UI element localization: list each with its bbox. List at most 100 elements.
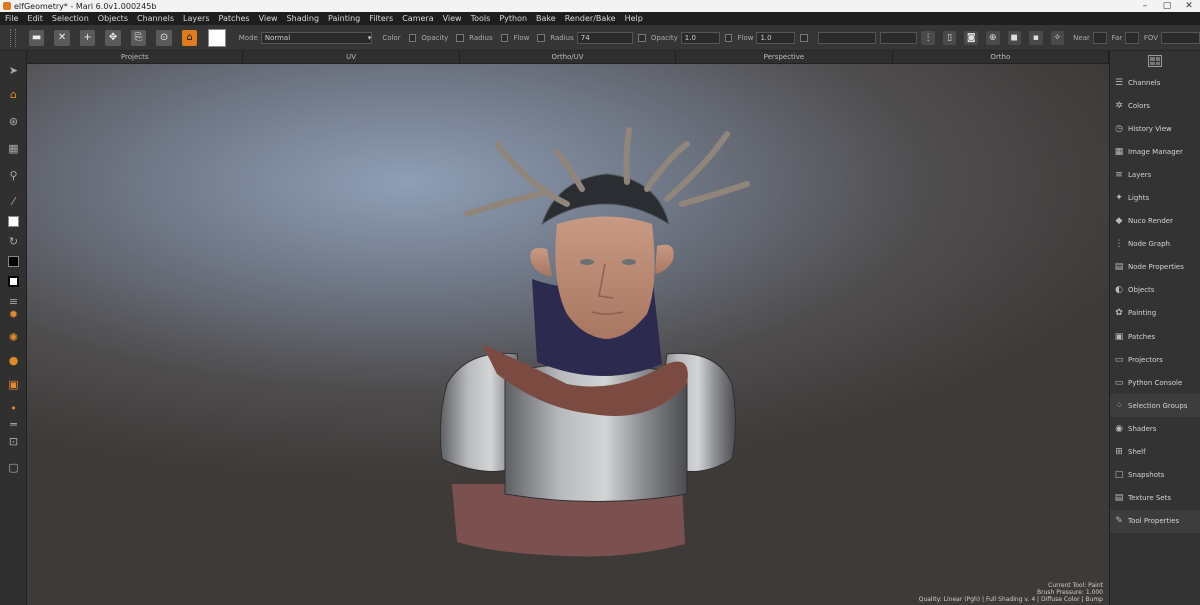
toolbar-grip[interactable] xyxy=(10,28,16,47)
clone-icon[interactable]: ⎘ xyxy=(130,29,147,46)
fov-field[interactable] xyxy=(1161,31,1200,44)
flow2-checkbox[interactable] xyxy=(724,33,733,42)
tool-properties-icon: ✎ xyxy=(1115,516,1123,527)
menu-file[interactable]: File xyxy=(5,14,18,23)
paint-color-swatch[interactable] xyxy=(208,28,226,47)
menu-view[interactable]: View xyxy=(259,14,278,23)
menu-shading[interactable]: Shading xyxy=(287,14,320,23)
light-icon[interactable]: ✧ xyxy=(1050,30,1065,45)
palette-shelf[interactable]: ⊞ Shelf xyxy=(1110,441,1200,464)
palette-layers[interactable]: ≡ Layers xyxy=(1110,163,1200,186)
bake-icon[interactable]: ● xyxy=(6,353,21,368)
tab-perspective[interactable]: Perspective xyxy=(676,51,893,63)
default-colors-icon[interactable] xyxy=(6,274,21,289)
foreground-color-swatch[interactable] xyxy=(6,214,21,229)
menu-tools[interactable]: Tools xyxy=(471,14,491,23)
option-checkbox[interactable] xyxy=(800,33,809,42)
paint-tool-icon[interactable]: ⌂ xyxy=(6,87,21,102)
transform-buffer-icon[interactable]: ✺ xyxy=(6,330,21,345)
add-icon[interactable]: + xyxy=(79,29,96,46)
palette-snapshots[interactable]: □ Snapshots xyxy=(1110,464,1200,487)
menu-help[interactable]: Help xyxy=(625,14,643,23)
select-tool-icon[interactable]: ➤ xyxy=(6,63,21,78)
small-dot-icon[interactable]: • xyxy=(6,401,21,416)
tab-ortho[interactable]: Ortho xyxy=(893,51,1110,63)
palette-node-graph[interactable]: ⋮ Node Graph xyxy=(1110,233,1200,256)
mode-select[interactable]: Normal ▾ xyxy=(260,31,373,44)
menu-bake[interactable]: Bake xyxy=(536,14,556,23)
tab-ortho-uv[interactable]: Ortho/UV xyxy=(460,51,677,63)
palette-selection-groups[interactable]: ⁘ Selection Groups xyxy=(1110,394,1200,418)
minimize-button[interactable]: – xyxy=(1134,1,1156,11)
opacity-field[interactable]: 1.0 xyxy=(680,31,720,44)
palette-nuco-render[interactable]: ◆ Nuco Render xyxy=(1110,210,1200,233)
blank-field-1[interactable] xyxy=(818,31,877,44)
radius-field[interactable]: 74 xyxy=(576,31,634,44)
shading-icon[interactable]: ◼ xyxy=(1007,30,1022,45)
colors-icon: ✲ xyxy=(1115,100,1123,111)
close-project-icon[interactable]: ✕ xyxy=(54,29,70,46)
patch-icon[interactable]: ▪ xyxy=(1029,30,1043,45)
palette-node-properties[interactable]: ▤ Node Properties xyxy=(1110,256,1200,279)
radius2-checkbox[interactable] xyxy=(537,33,546,42)
transform-icon[interactable]: ✥ xyxy=(105,29,121,46)
close-button[interactable]: ✕ xyxy=(1178,1,1200,11)
far-field[interactable] xyxy=(1125,31,1139,44)
palette-lights[interactable]: ✦ Lights xyxy=(1110,186,1200,209)
radius-checkbox[interactable] xyxy=(456,33,465,42)
dock-toggle-icon[interactable] xyxy=(1148,55,1162,67)
maximize-button[interactable]: ▢ xyxy=(1156,1,1178,11)
project-icon[interactable]: ▣ xyxy=(6,377,21,392)
lock-icon[interactable]: ⊙ xyxy=(156,29,172,46)
palette-objects[interactable]: ◐ Objects xyxy=(1110,279,1200,302)
menu-objects[interactable]: Objects xyxy=(98,14,128,23)
palette-patches[interactable]: ▣ Patches xyxy=(1110,325,1200,348)
palette-history-view[interactable]: ◷ History View xyxy=(1110,117,1200,140)
wireframe-icon[interactable]: ⊕ xyxy=(985,30,1000,45)
menu-edit[interactable]: Edit xyxy=(27,14,43,23)
menu-patches[interactable]: Patches xyxy=(219,14,250,23)
grid-tool-icon[interactable]: ▦ xyxy=(6,141,21,156)
paint-buffer-icon[interactable]: ✹ xyxy=(6,307,21,322)
focus-icon[interactable]: ▯ xyxy=(942,30,957,45)
swap-colors-icon[interactable]: ↻ xyxy=(6,234,21,249)
3d-viewport[interactable]: Current Tool: Paint Brush Pressure: 1.00… xyxy=(27,64,1109,605)
camera-pin-icon[interactable]: ⋮ xyxy=(921,30,935,45)
flow-checkbox[interactable] xyxy=(500,33,509,42)
opacity2-checkbox[interactable] xyxy=(638,33,646,42)
tab-projects[interactable]: Projects xyxy=(27,51,244,63)
menu-view-2[interactable]: View xyxy=(443,14,462,23)
menu-render-bake[interactable]: Render/Bake xyxy=(565,14,616,23)
background-color-swatch[interactable] xyxy=(6,254,21,269)
palette-tool-properties[interactable]: ✎ Tool Properties xyxy=(1110,509,1200,533)
snapshot-icon[interactable]: ◙ xyxy=(964,30,978,45)
palette-image-manager[interactable]: ▦ Image Manager xyxy=(1110,140,1200,163)
blank-field-2[interactable] xyxy=(880,31,918,44)
palette-projectors[interactable]: ▭ Projectors xyxy=(1110,348,1200,371)
menu-camera[interactable]: Camera xyxy=(402,14,433,23)
menu-python[interactable]: Python xyxy=(499,14,527,23)
menu-channels[interactable]: Channels xyxy=(137,14,174,23)
eyedropper-tool-icon[interactable]: ⁄ xyxy=(6,194,21,209)
menu-filters[interactable]: Filters xyxy=(369,14,393,23)
palette-painting[interactable]: ✿ Painting xyxy=(1110,302,1200,325)
palette-texture-sets[interactable]: ▤ Texture Sets xyxy=(1110,487,1200,510)
new-file-icon[interactable]: ▬ xyxy=(28,29,45,46)
opacity-checkbox[interactable] xyxy=(408,33,417,42)
palette-python-console[interactable]: ▭ Python Console xyxy=(1110,371,1200,394)
paint-brush-icon[interactable]: ⌂ xyxy=(181,29,198,46)
frame-icon[interactable]: ⊡ xyxy=(6,434,21,449)
near-field[interactable] xyxy=(1092,31,1107,44)
tab-uv[interactable]: UV xyxy=(243,51,460,63)
palette-colors[interactable]: ✲ Colors xyxy=(1110,94,1200,117)
palette-label: Texture Sets xyxy=(1128,494,1171,503)
palette-channels[interactable]: ☰ Channels xyxy=(1110,71,1200,94)
palette-shaders[interactable]: ◉ Shaders xyxy=(1110,417,1200,440)
menu-layers[interactable]: Layers xyxy=(183,14,209,23)
flow-field[interactable]: 1.0 xyxy=(756,31,796,44)
menu-selection[interactable]: Selection xyxy=(52,14,89,23)
menu-painting[interactable]: Painting xyxy=(328,14,360,23)
fullscreen-icon[interactable]: ▢ xyxy=(6,460,21,475)
clone-tool-icon[interactable]: ⊛ xyxy=(6,114,21,129)
magnify-tool-icon[interactable]: ⚲ xyxy=(6,168,21,183)
